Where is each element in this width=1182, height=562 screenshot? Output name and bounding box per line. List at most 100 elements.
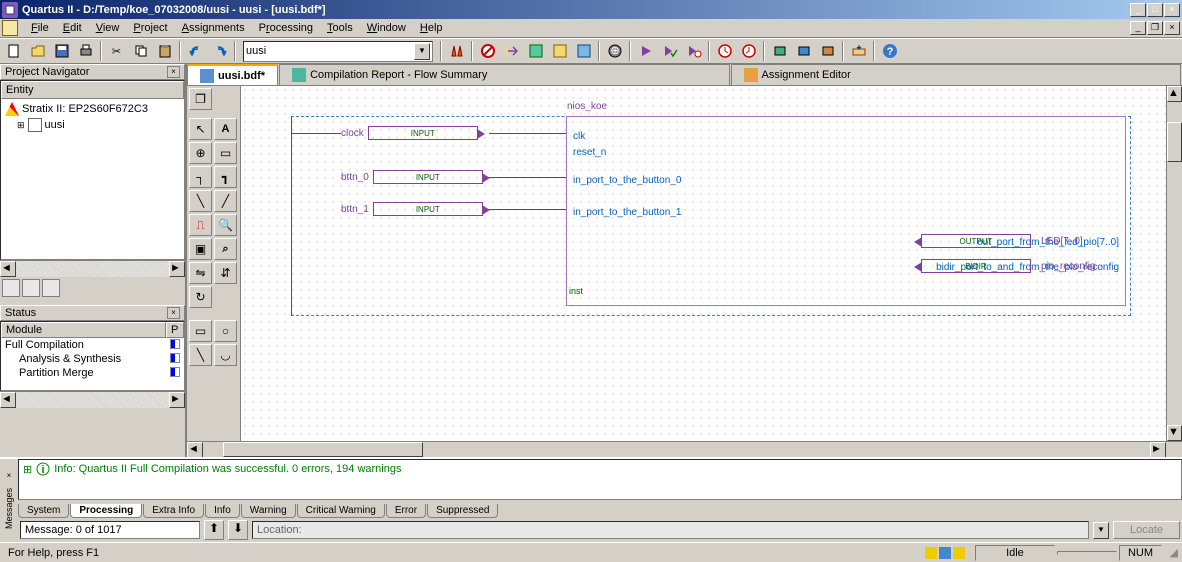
play-time-button[interactable] [682, 40, 705, 62]
clock2-button[interactable] [737, 40, 760, 62]
simulation-button[interactable] [572, 40, 595, 62]
msg-tab-error[interactable]: Error [386, 504, 426, 518]
compile-button[interactable] [500, 40, 523, 62]
message-next-button[interactable]: ⬇ [228, 520, 248, 540]
open-button[interactable] [26, 40, 49, 62]
tree-row-root[interactable]: ⊞ uusi [3, 117, 182, 133]
palette-detach[interactable]: ❐ [189, 88, 212, 110]
mdi-restore-button[interactable]: ❐ [1147, 21, 1163, 35]
palette-find[interactable]: ⌕ [214, 238, 237, 260]
msg-tab-critical[interactable]: Critical Warning [297, 504, 385, 518]
settings-button[interactable] [445, 40, 468, 62]
status-row-analysis[interactable]: Analysis & Synthesis [1, 352, 184, 366]
save-button[interactable] [50, 40, 73, 62]
undo-button[interactable] [184, 40, 207, 62]
combo-arrow-icon[interactable]: ▼ [414, 43, 430, 60]
location-box[interactable]: Location: [252, 521, 1089, 539]
print-button[interactable] [74, 40, 97, 62]
menu-file[interactable]: File [24, 20, 56, 36]
schematic-canvas[interactable]: nios_koe clk reset_n in_port_to_the_butt… [241, 86, 1166, 441]
location-arrow-icon[interactable]: ▼ [1093, 522, 1109, 539]
palette-orthogonal-node[interactable]: ┐ [189, 166, 212, 188]
nav-tab-design[interactable] [42, 279, 60, 297]
tab-compilation-report[interactable]: Compilation Report - Flow Summary [279, 64, 729, 85]
maximize-button[interactable]: □ [1147, 3, 1163, 17]
analysis-button[interactable] [524, 40, 547, 62]
new-button[interactable] [2, 40, 25, 62]
menu-assignments[interactable]: Assignments [175, 20, 252, 36]
message-prev-button[interactable]: ⬆ [204, 520, 224, 540]
menu-help[interactable]: Help [413, 20, 450, 36]
mdi-minimize-button[interactable]: _ [1130, 21, 1146, 35]
palette-flip-v[interactable]: ⇵ [214, 262, 237, 284]
pin-bn0[interactable]: bttn_0 INPUT [341, 170, 483, 184]
status-hdr-progress[interactable]: P [166, 322, 184, 338]
palette-diagonal-bus[interactable]: ╱ [214, 190, 237, 212]
messages-list[interactable]: ⊞ i Info: Quartus II Full Compilation wa… [18, 459, 1182, 500]
palette-block[interactable]: ▭ [214, 142, 237, 164]
vscroll[interactable]: ▲ ▼ [1166, 86, 1182, 441]
pin-bn1[interactable]: bttn_1 INPUT [341, 202, 483, 216]
msg-tab-processing[interactable]: Processing [70, 504, 142, 518]
palette-orthogonal-bus[interactable]: ┓ [214, 166, 237, 188]
menu-view[interactable]: View [89, 20, 127, 36]
tab-bdf[interactable]: uusi.bdf* [187, 64, 278, 85]
chip1-button[interactable] [768, 40, 791, 62]
palette-arc[interactable]: ◡ [214, 344, 237, 366]
pin-led[interactable]: OUTPUT LED[7..0] [921, 234, 1087, 248]
help-button[interactable]: ? [878, 40, 901, 62]
msg-tab-warning[interactable]: Warning [241, 504, 296, 518]
status-close-button[interactable]: × [167, 307, 180, 319]
palette-conduit[interactable]: ⎍ [189, 214, 212, 236]
redo-button[interactable] [208, 40, 231, 62]
tree-hscroll[interactable]: ◄► [0, 260, 185, 277]
msg-tab-suppressed[interactable]: Suppressed [427, 504, 498, 518]
palette-rectangle[interactable]: ▭ [189, 320, 212, 342]
clock1-button[interactable] [713, 40, 736, 62]
pin-reconfig[interactable]: BIDIR pio_reconfig [921, 259, 1099, 273]
menu-project[interactable]: Project [126, 20, 174, 36]
chip3-button[interactable] [816, 40, 839, 62]
msg-tab-extra[interactable]: Extra Info [143, 504, 204, 518]
nav-tab-hierarchy[interactable] [2, 279, 20, 297]
menu-processing[interactable]: Processing [252, 20, 320, 36]
status-hscroll[interactable]: ◄► [0, 391, 185, 408]
status-row-partition[interactable]: Partition Merge [1, 366, 184, 380]
palette-text[interactable]: A [214, 118, 237, 140]
close-button[interactable]: × [1164, 3, 1180, 17]
mdi-close-button[interactable]: × [1164, 21, 1180, 35]
palette-zoom[interactable]: 🔍 [214, 214, 237, 236]
palette-fullscreen[interactable]: ▣ [189, 238, 212, 260]
expand-icon[interactable]: ⊞ [17, 120, 25, 131]
project-combo[interactable]: uusi ▼ [243, 41, 433, 62]
palette-oval[interactable]: ○ [214, 320, 237, 342]
msg-tab-system[interactable]: System [18, 504, 69, 518]
block-nios-koe[interactable]: nios_koe clk reset_n in_port_to_the_butt… [566, 116, 1126, 306]
play-button[interactable] [634, 40, 657, 62]
play-check-button[interactable] [658, 40, 681, 62]
palette-select[interactable]: ↖ [189, 118, 212, 140]
messages-close-icon[interactable]: × [7, 471, 12, 480]
locate-button[interactable]: Locate [1113, 521, 1180, 539]
pin-clock[interactable]: clock INPUT [341, 126, 478, 140]
resize-grip-icon[interactable]: ◢ [1162, 546, 1178, 559]
program-button[interactable] [847, 40, 870, 62]
msg-tab-info[interactable]: Info [205, 504, 240, 518]
status-table[interactable]: Module P Full Compilation Analysis & Syn… [0, 321, 185, 391]
cut-button[interactable]: ✂ [105, 40, 128, 62]
timing-button[interactable] [548, 40, 571, 62]
chip2-button[interactable] [792, 40, 815, 62]
status-hdr-module[interactable]: Module [1, 322, 166, 338]
tab-assignment-editor[interactable]: Assignment Editor [731, 64, 1181, 85]
status-row-full[interactable]: Full Compilation [1, 338, 184, 352]
menu-window[interactable]: Window [360, 20, 413, 36]
hscroll[interactable]: ◄ ► [187, 441, 1182, 457]
palette-symbol[interactable]: ⊕ [189, 142, 212, 164]
panel-close-button[interactable]: × [167, 66, 180, 78]
tree-header-entity[interactable]: Entity [1, 81, 184, 99]
palette-diagonal-node[interactable]: ╲ [189, 190, 212, 212]
palette-rotate[interactable]: ↻ [189, 286, 212, 308]
project-tree[interactable]: Entity Stratix II: EP2S60F672C3 ⊞ uusi [0, 80, 185, 260]
stop-button[interactable] [476, 40, 499, 62]
gate-button[interactable]: ⊕ [603, 40, 626, 62]
